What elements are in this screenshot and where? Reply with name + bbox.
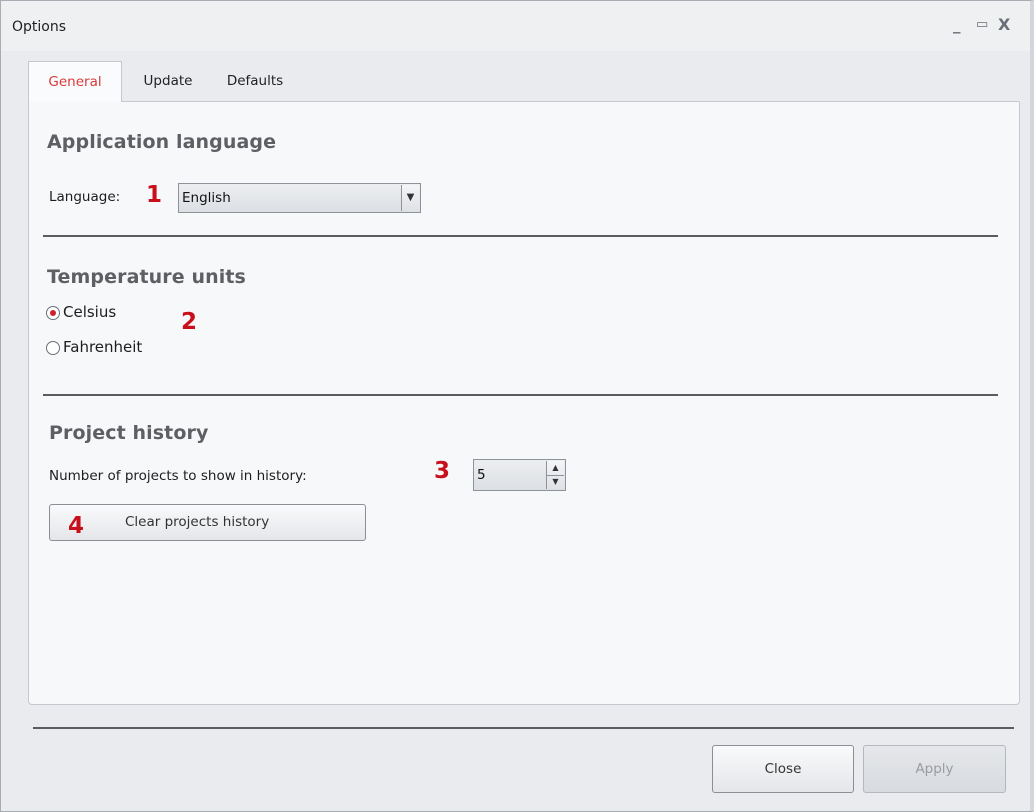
history-count-label: Number of projects to show in history: [49,468,307,484]
close-icon[interactable]: X [998,15,1010,35]
celsius-label: Celsius [63,303,117,321]
title-bar[interactable]: Options _ ▭ X [1,1,1030,51]
history-section-heading: Project history [49,422,209,444]
fahrenheit-radio[interactable] [46,341,60,355]
marker-4: 4 [68,513,85,539]
language-select-value: English [182,190,231,206]
marker-3: 3 [434,458,451,484]
tab-update[interactable]: Update [127,61,209,102]
temperature-section-heading: Temperature units [47,266,246,288]
tab-general[interactable]: General [28,61,122,102]
stepper-up-icon[interactable]: ▲ [547,461,564,476]
tab-defaults[interactable]: Defaults [213,61,297,102]
history-count-stepper[interactable]: 5 ▲ ▼ [473,459,566,491]
marker-1: 1 [146,182,163,208]
language-select[interactable]: English ▼ [178,183,421,213]
history-count-value: 5 [477,467,486,483]
marker-2: 2 [181,309,198,335]
minimize-icon[interactable]: _ [953,15,961,35]
chevron-down-icon[interactable]: ▼ [401,185,419,211]
options-window: Options _ ▭ X General Update Defaults Ap… [0,0,1034,812]
celsius-radio[interactable] [46,306,60,320]
general-tab-panel: Application language Language: 1 English… [28,101,1020,705]
fahrenheit-label: Fahrenheit [63,338,143,356]
language-section-heading: Application language [47,131,277,153]
language-label: Language: [49,189,121,205]
separator [43,235,998,237]
apply-button[interactable]: Apply [863,745,1006,793]
stepper-down-icon[interactable]: ▼ [547,475,564,489]
clear-history-label: Clear projects history [125,514,270,530]
close-button[interactable]: Close [712,745,854,793]
stepper-buttons: ▲ ▼ [546,461,564,489]
separator [43,394,998,396]
maximize-icon[interactable]: ▭ [976,15,988,35]
window-title: Options [12,19,67,35]
footer-separator [33,727,1014,729]
clear-history-button[interactable]: 4 Clear projects history [49,504,366,541]
